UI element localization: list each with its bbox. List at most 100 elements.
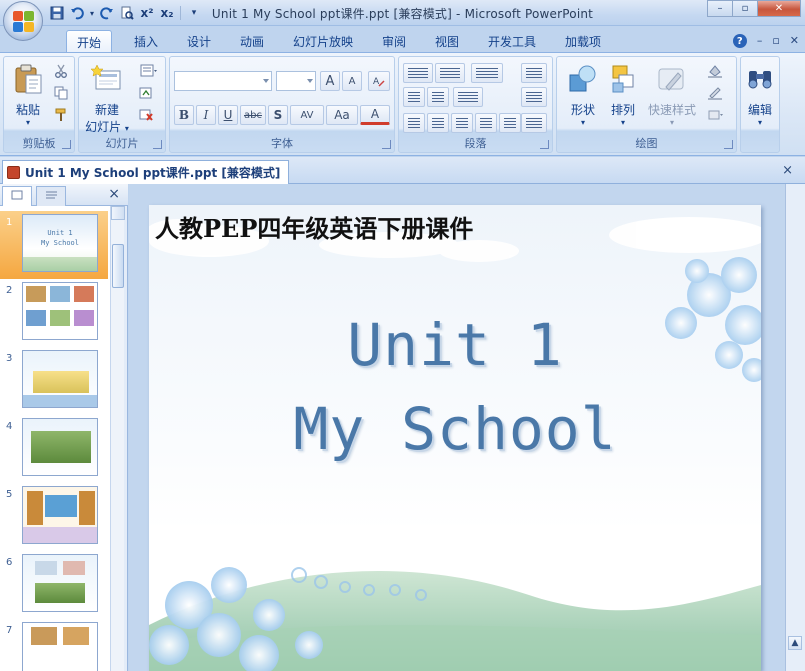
editing-button[interactable]: 编辑 ▾ xyxy=(743,63,777,127)
scroll-thumb[interactable] xyxy=(112,244,124,288)
tab-design[interactable]: 设计 xyxy=(177,30,221,52)
slide-thumbnail[interactable]: 7 xyxy=(0,619,108,671)
document-tab-bar: Unit 1 My School ppt课件.ppt [兼容模式] × xyxy=(0,157,805,184)
tab-view[interactable]: 视图 xyxy=(425,30,469,52)
layout-icon[interactable] xyxy=(137,63,161,79)
tab-home[interactable]: 开始 xyxy=(66,30,113,52)
shape-effects-icon[interactable] xyxy=(703,107,729,123)
reset-icon[interactable] xyxy=(137,85,155,101)
distributed-icon xyxy=(504,118,516,128)
editing-label: 编辑 xyxy=(747,103,772,117)
chevron-down-icon: ▾ xyxy=(620,118,625,127)
document-tab[interactable]: Unit 1 My School ppt课件.ppt [兼容模式] xyxy=(2,160,290,184)
increase-indent-button[interactable] xyxy=(427,87,449,107)
slides-launcher-icon[interactable] xyxy=(153,140,162,149)
numbering-button[interactable] xyxy=(435,63,465,83)
slide-thumbnail[interactable]: 1 Unit 1 My School xyxy=(0,211,108,279)
ribbon-tabs: 开始 插入 设计 动画 幻灯片放映 审阅 视图 开发工具 加载项 ? – ▫ ✕ xyxy=(0,26,805,52)
tab-review[interactable]: 审阅 xyxy=(372,30,416,52)
document-close-icon[interactable]: × xyxy=(782,163,793,178)
bold-button[interactable]: B xyxy=(174,105,194,125)
arrange-button[interactable]: 排列 ▾ xyxy=(603,63,643,127)
paste-icon xyxy=(12,63,44,95)
slide-scrollbar[interactable]: ▲ xyxy=(785,184,805,671)
paste-button[interactable]: 粘贴 ▾ xyxy=(10,63,46,127)
line-spacing-button[interactable] xyxy=(471,63,503,83)
editing-group: 编辑 ▾ xyxy=(740,56,780,153)
slide-pretitle[interactable]: 人教PEP四年级英语下册课件 xyxy=(155,209,473,244)
paragraph-launcher-icon[interactable] xyxy=(540,140,549,149)
align-left-button[interactable] xyxy=(403,113,425,133)
decrease-indent-button[interactable] xyxy=(403,87,425,107)
close-button[interactable]: ✕ xyxy=(757,0,801,17)
tab-animations[interactable]: 动画 xyxy=(230,30,274,52)
slide-thumbnail[interactable]: 4 xyxy=(0,415,108,483)
slide-thumbnail[interactable]: 2 xyxy=(0,279,108,347)
columns-button[interactable] xyxy=(453,87,483,107)
drawing-launcher-icon[interactable] xyxy=(724,140,733,149)
shape-fill-icon[interactable] xyxy=(703,63,729,79)
current-slide[interactable]: 人教PEP四年级英语下册课件 Unit 1 My School xyxy=(149,205,761,671)
align-right-button[interactable] xyxy=(451,113,473,133)
change-case-button[interactable]: Aa xyxy=(326,105,358,125)
text-shadow-button[interactable]: S xyxy=(268,105,288,125)
smartart-button[interactable] xyxy=(521,113,547,133)
distributed-button[interactable] xyxy=(499,113,521,133)
smartart-icon xyxy=(526,118,542,128)
tab-developer[interactable]: 开发工具 xyxy=(478,30,546,52)
slide-number: 4 xyxy=(6,421,13,432)
help-icon[interactable]: ? xyxy=(732,34,747,48)
align-right-icon xyxy=(456,118,468,128)
font-size-combo[interactable] xyxy=(276,71,316,91)
ribbon-close-button[interactable]: ✕ xyxy=(790,34,799,48)
office-logo-icon xyxy=(13,11,35,33)
scroll-up-icon[interactable] xyxy=(111,206,125,220)
minimize-button[interactable]: – xyxy=(707,0,733,17)
cut-icon[interactable] xyxy=(52,63,70,79)
chevron-down-icon: ▾ xyxy=(580,118,585,127)
thumbnails-scrollbar[interactable] xyxy=(110,206,125,671)
character-spacing-button[interactable]: AV xyxy=(290,105,324,125)
slide-thumbnail[interactable]: 6 xyxy=(0,551,108,619)
justify-button[interactable] xyxy=(475,113,497,133)
format-painter-icon[interactable] xyxy=(52,107,70,123)
delete-slide-icon[interactable] xyxy=(137,107,155,123)
align-center-button[interactable] xyxy=(427,113,449,133)
clipboard-launcher-icon[interactable] xyxy=(62,140,71,149)
font-color-button[interactable]: A xyxy=(360,105,390,125)
thumb-floor xyxy=(23,527,97,543)
previous-slide-icon[interactable]: ▲ xyxy=(788,636,802,650)
bullets-button[interactable] xyxy=(403,63,433,83)
clear-formatting-icon[interactable]: A xyxy=(368,71,390,91)
tab-insert[interactable]: 插入 xyxy=(124,30,168,52)
maximize-button[interactable]: ▫ xyxy=(732,0,758,17)
slide-title-line1[interactable]: Unit 1 xyxy=(149,311,761,379)
font-name-combo[interactable] xyxy=(174,71,272,91)
ribbon-restore-button[interactable]: ▫ xyxy=(772,34,779,48)
font-launcher-icon[interactable] xyxy=(382,140,391,149)
underline-button[interactable]: U xyxy=(218,105,238,125)
thumb-photo xyxy=(26,286,46,302)
shrink-font-button[interactable]: A xyxy=(342,71,362,91)
new-slide-button[interactable]: 新建 幻灯片 ▾ xyxy=(83,63,131,135)
tab-slide-show[interactable]: 幻灯片放映 xyxy=(283,30,363,52)
slide-thumbnail[interactable]: 3 xyxy=(0,347,108,415)
slide-number: 6 xyxy=(6,557,13,568)
italic-button[interactable]: I xyxy=(196,105,216,125)
quick-styles-button[interactable]: 快速样式 ▾ xyxy=(645,63,699,127)
slide-title-line2[interactable]: My School xyxy=(149,395,761,463)
grow-font-button[interactable]: A xyxy=(320,71,340,91)
align-text-button[interactable] xyxy=(521,87,547,107)
pane-close-icon[interactable]: × xyxy=(108,186,120,202)
strikethrough-button[interactable]: abc xyxy=(240,105,266,125)
office-button[interactable] xyxy=(3,1,43,41)
shape-outline-icon[interactable] xyxy=(703,85,729,101)
text-direction-button[interactable] xyxy=(521,63,547,83)
tab-add-ins[interactable]: 加载项 xyxy=(555,30,611,52)
copy-icon[interactable] xyxy=(52,85,70,101)
tab-outline[interactable] xyxy=(36,186,66,206)
tab-slides-thumbnails[interactable] xyxy=(2,186,32,206)
ribbon-minimize-button[interactable]: – xyxy=(757,34,763,48)
slide-thumbnail[interactable]: 5 xyxy=(0,483,108,551)
shapes-button[interactable]: 形状 ▾ xyxy=(561,63,605,127)
